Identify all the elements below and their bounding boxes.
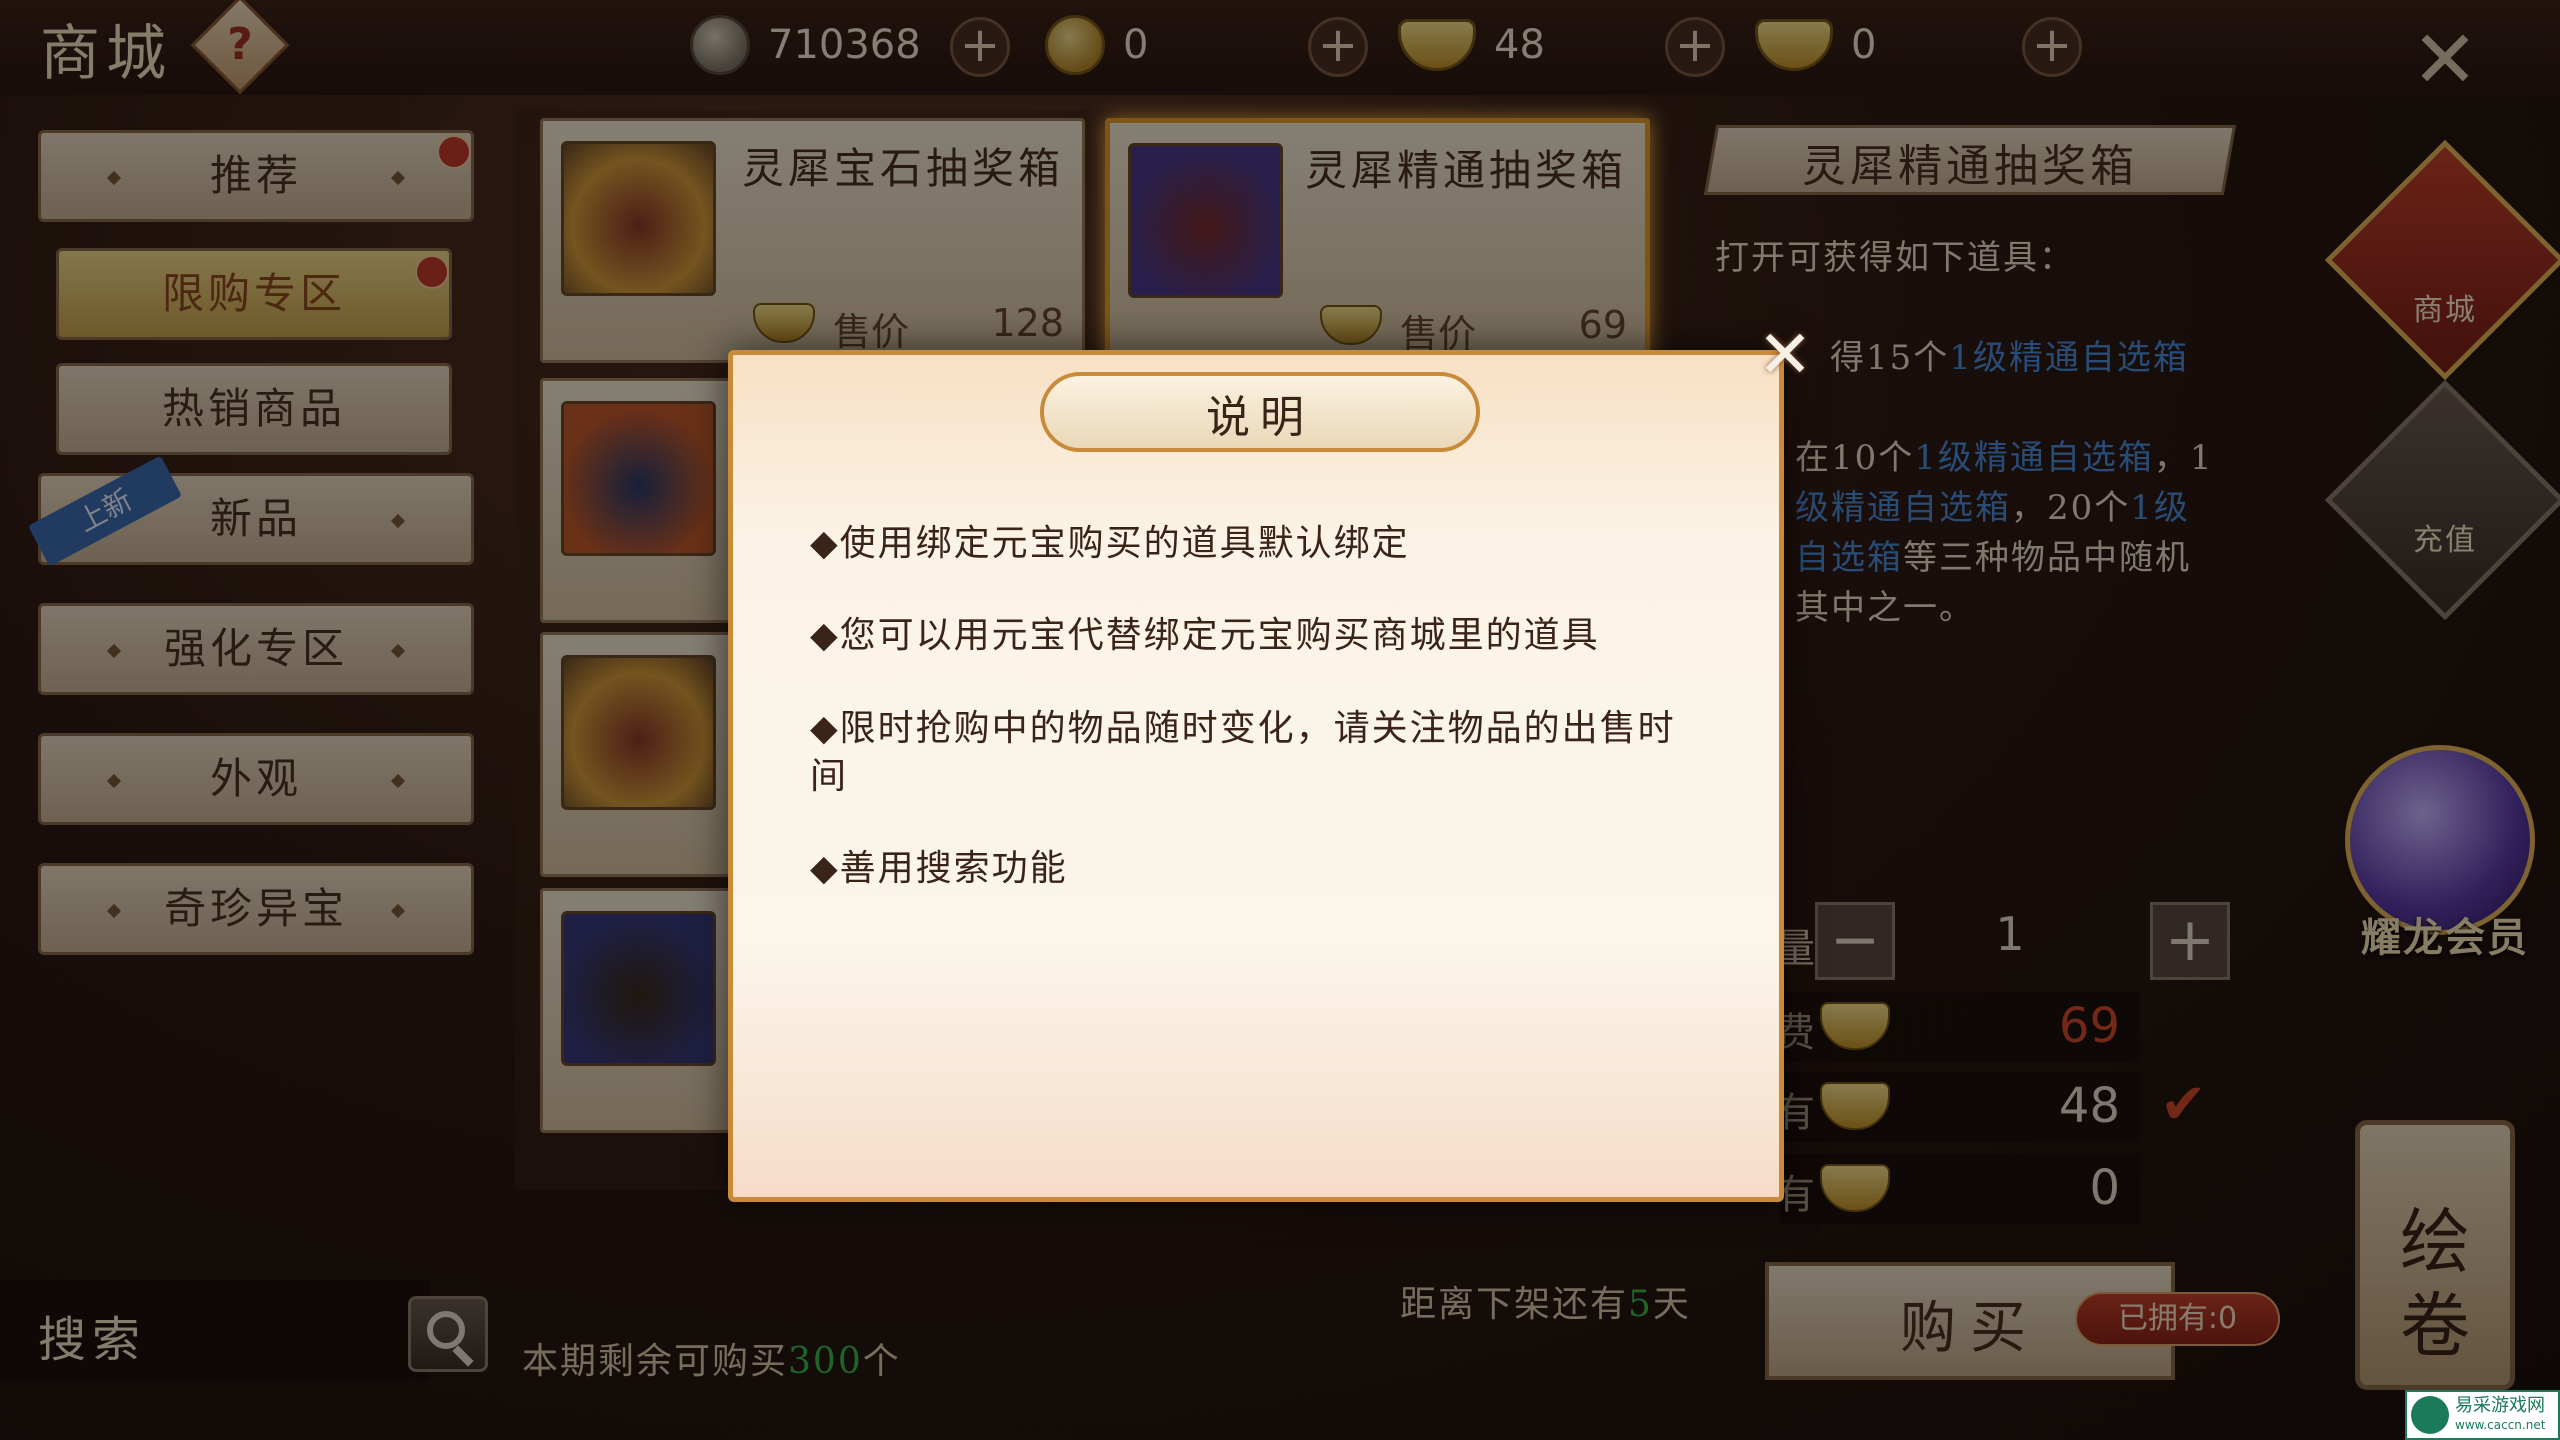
dialog-line: ◆善用搜索功能 (810, 848, 1068, 889)
dialog-line: ◆您可以用元宝代替绑定元宝购买商城里的道具 (810, 615, 1600, 656)
dialog-line: ◆使用绑定元宝购买的道具默认绑定 (810, 523, 1410, 564)
close-icon[interactable]: ✕ (1750, 320, 1820, 390)
watermark-logo-icon (2411, 1396, 2449, 1434)
watermark-url: www.caccn.net (2455, 1418, 2546, 1432)
dialog-title: 说明 (1206, 392, 1314, 443)
watermark-text: 易采游戏网 (2455, 1395, 2545, 1416)
watermark: 易采游戏网 www.caccn.net (2405, 1390, 2560, 1440)
dialog-line: ◆限时抢购中的物品随时变化，请关注物品的出售时间 (810, 708, 1676, 797)
